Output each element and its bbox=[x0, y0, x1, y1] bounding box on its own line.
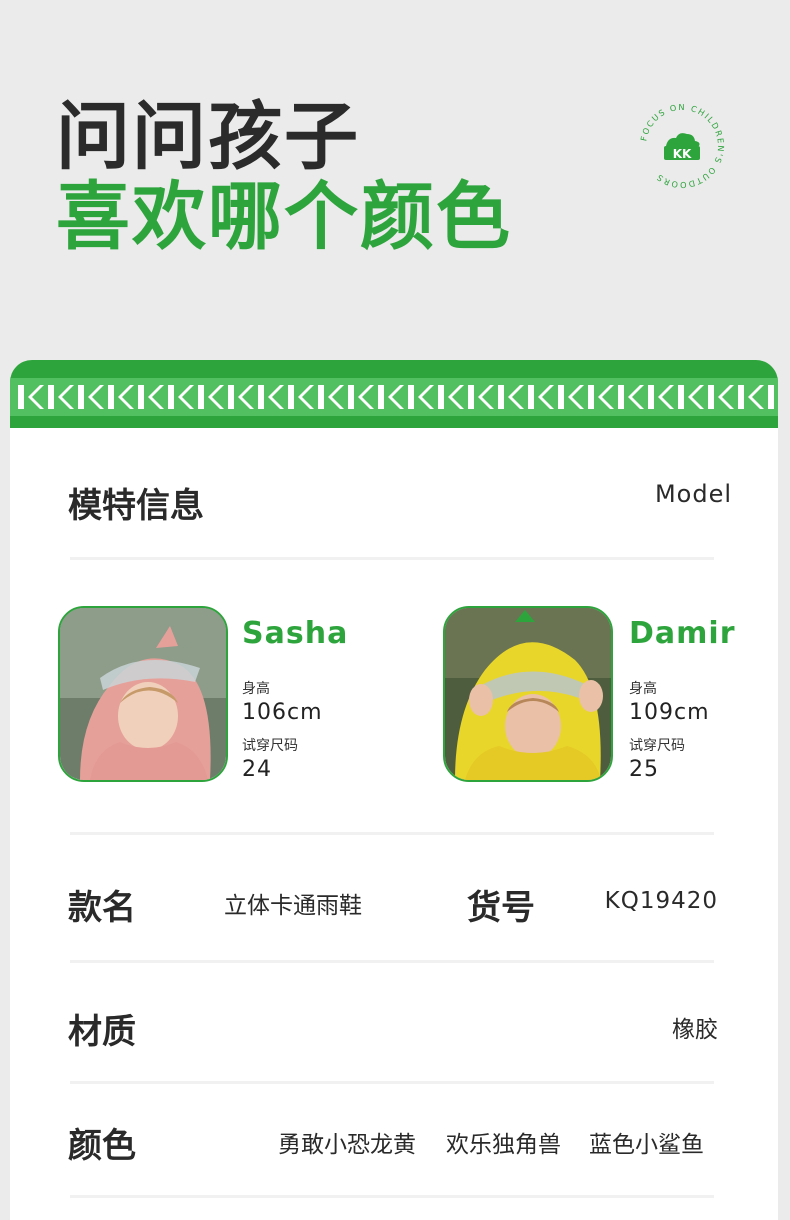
color-label: 颜色 bbox=[68, 1126, 136, 1166]
sku-label: 货号 bbox=[467, 888, 535, 928]
model-name: Sasha bbox=[242, 616, 349, 651]
card-header-band bbox=[10, 360, 778, 428]
height-value: 106cm bbox=[242, 700, 323, 725]
divider bbox=[70, 1195, 714, 1198]
size-label: 试穿尺码 bbox=[242, 738, 298, 754]
product-info-card: 模特信息 Model Sasha 身高 106cm 试穿尺码 24 Damir … bbox=[10, 360, 778, 1220]
product-name-label: 款名 bbox=[68, 888, 136, 928]
color-option: 勇敢小恐龙黄 bbox=[278, 1132, 416, 1158]
kk-pattern-stripe bbox=[10, 378, 778, 416]
material-label: 材质 bbox=[68, 1012, 136, 1052]
product-name-value: 立体卡通雨鞋 bbox=[224, 893, 362, 919]
divider bbox=[70, 832, 714, 835]
kk-pattern-icon bbox=[18, 385, 774, 409]
height-label: 身高 bbox=[629, 681, 657, 697]
model-photo-damir bbox=[443, 606, 613, 782]
height-value: 109cm bbox=[629, 700, 710, 725]
material-value: 橡胶 bbox=[672, 1017, 718, 1043]
headline-line-2: 喜欢哪个颜色 bbox=[56, 174, 512, 260]
model-name: Damir bbox=[629, 616, 736, 651]
size-value: 25 bbox=[629, 757, 659, 782]
model-section-title: 模特信息 bbox=[68, 486, 204, 526]
sku-value: KQ19420 bbox=[604, 888, 718, 914]
badge-logo-text: KK bbox=[673, 147, 692, 161]
model-section-subtitle: Model bbox=[654, 480, 732, 508]
color-option: 欢乐独角兽 bbox=[446, 1132, 561, 1158]
divider bbox=[70, 557, 714, 560]
size-value: 24 bbox=[242, 757, 272, 782]
brand-badge-logo: FOCUS ON CHILDREN'S OUTDOORS KK bbox=[638, 102, 724, 190]
size-label: 试穿尺码 bbox=[629, 738, 685, 754]
height-label: 身高 bbox=[242, 681, 270, 697]
headline-line-1: 问问孩子 bbox=[56, 94, 360, 180]
divider bbox=[70, 1081, 714, 1084]
color-option: 蓝色小鲨鱼 bbox=[589, 1132, 704, 1158]
model-photo-sasha bbox=[58, 606, 228, 782]
divider bbox=[70, 960, 714, 963]
